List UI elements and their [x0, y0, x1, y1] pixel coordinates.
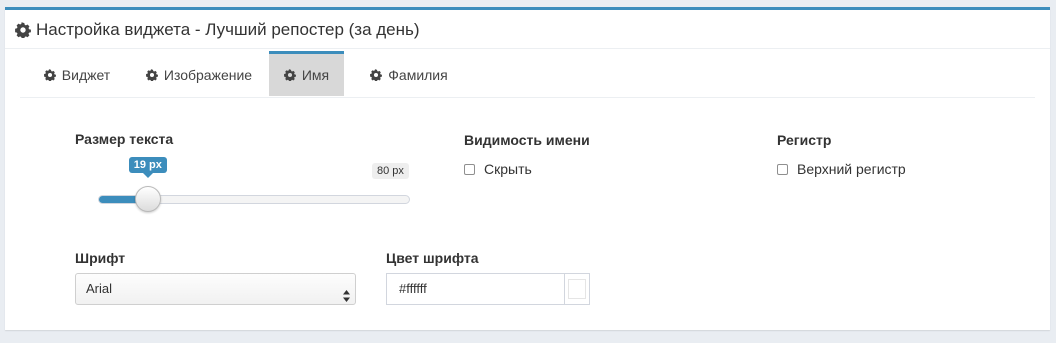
font-label: Шрифт [75, 250, 126, 266]
hide-name-label: Скрыть [484, 161, 532, 177]
tab-label: Изображение [163, 66, 253, 83]
color-preview [568, 279, 586, 299]
uppercase-option[interactable]: Верхний регистр [777, 161, 906, 177]
tab-bar: Виджет Изображение Имя Фамилия [20, 51, 1035, 98]
font-select-value: Arial [86, 281, 113, 296]
font-color-input[interactable]: #ffffff [386, 273, 565, 305]
tab-label: Имя [301, 67, 330, 83]
hide-name-checkbox[interactable] [464, 163, 475, 175]
case-label: Регистр [777, 132, 832, 148]
text-size-current-badge: 19 px [128, 157, 167, 178]
panel-title-text: Настройка виджета - Лучший репостер (за … [36, 20, 420, 39]
panel-title: Настройка виджета - Лучший репостер (за … [15, 20, 420, 40]
uppercase-label: Верхний регистр [797, 161, 906, 177]
font-color-swatch[interactable] [565, 273, 590, 305]
uppercase-checkbox[interactable] [777, 163, 788, 175]
gear-icon [44, 69, 56, 81]
text-size-label: Размер текста [75, 131, 174, 147]
tab-name[interactable]: Имя [269, 51, 344, 96]
gear-icon [284, 69, 296, 81]
text-size-slider-handle[interactable] [134, 186, 161, 212]
gear-icon [15, 22, 31, 38]
tab-label: Фамилия [388, 66, 448, 83]
gear-icon [370, 69, 382, 81]
hide-name-option[interactable]: Скрыть [464, 161, 532, 177]
tab-image[interactable]: Изображение [129, 53, 269, 96]
text-size-max-badge: 80 px [372, 163, 409, 179]
panel-header: Настройка виджета - Лучший репостер (за … [5, 10, 1050, 49]
tab-widget[interactable]: Виджет [25, 53, 129, 96]
font-color-label: Цвет шрифта [386, 250, 479, 266]
tab-surname[interactable]: Фамилия [354, 53, 464, 96]
tab-label: Виджет [61, 66, 111, 83]
name-visibility-label: Видимость имени [464, 132, 590, 148]
gear-icon [146, 69, 158, 81]
select-arrows-icon [343, 283, 350, 302]
font-select[interactable]: Arial [75, 273, 356, 305]
